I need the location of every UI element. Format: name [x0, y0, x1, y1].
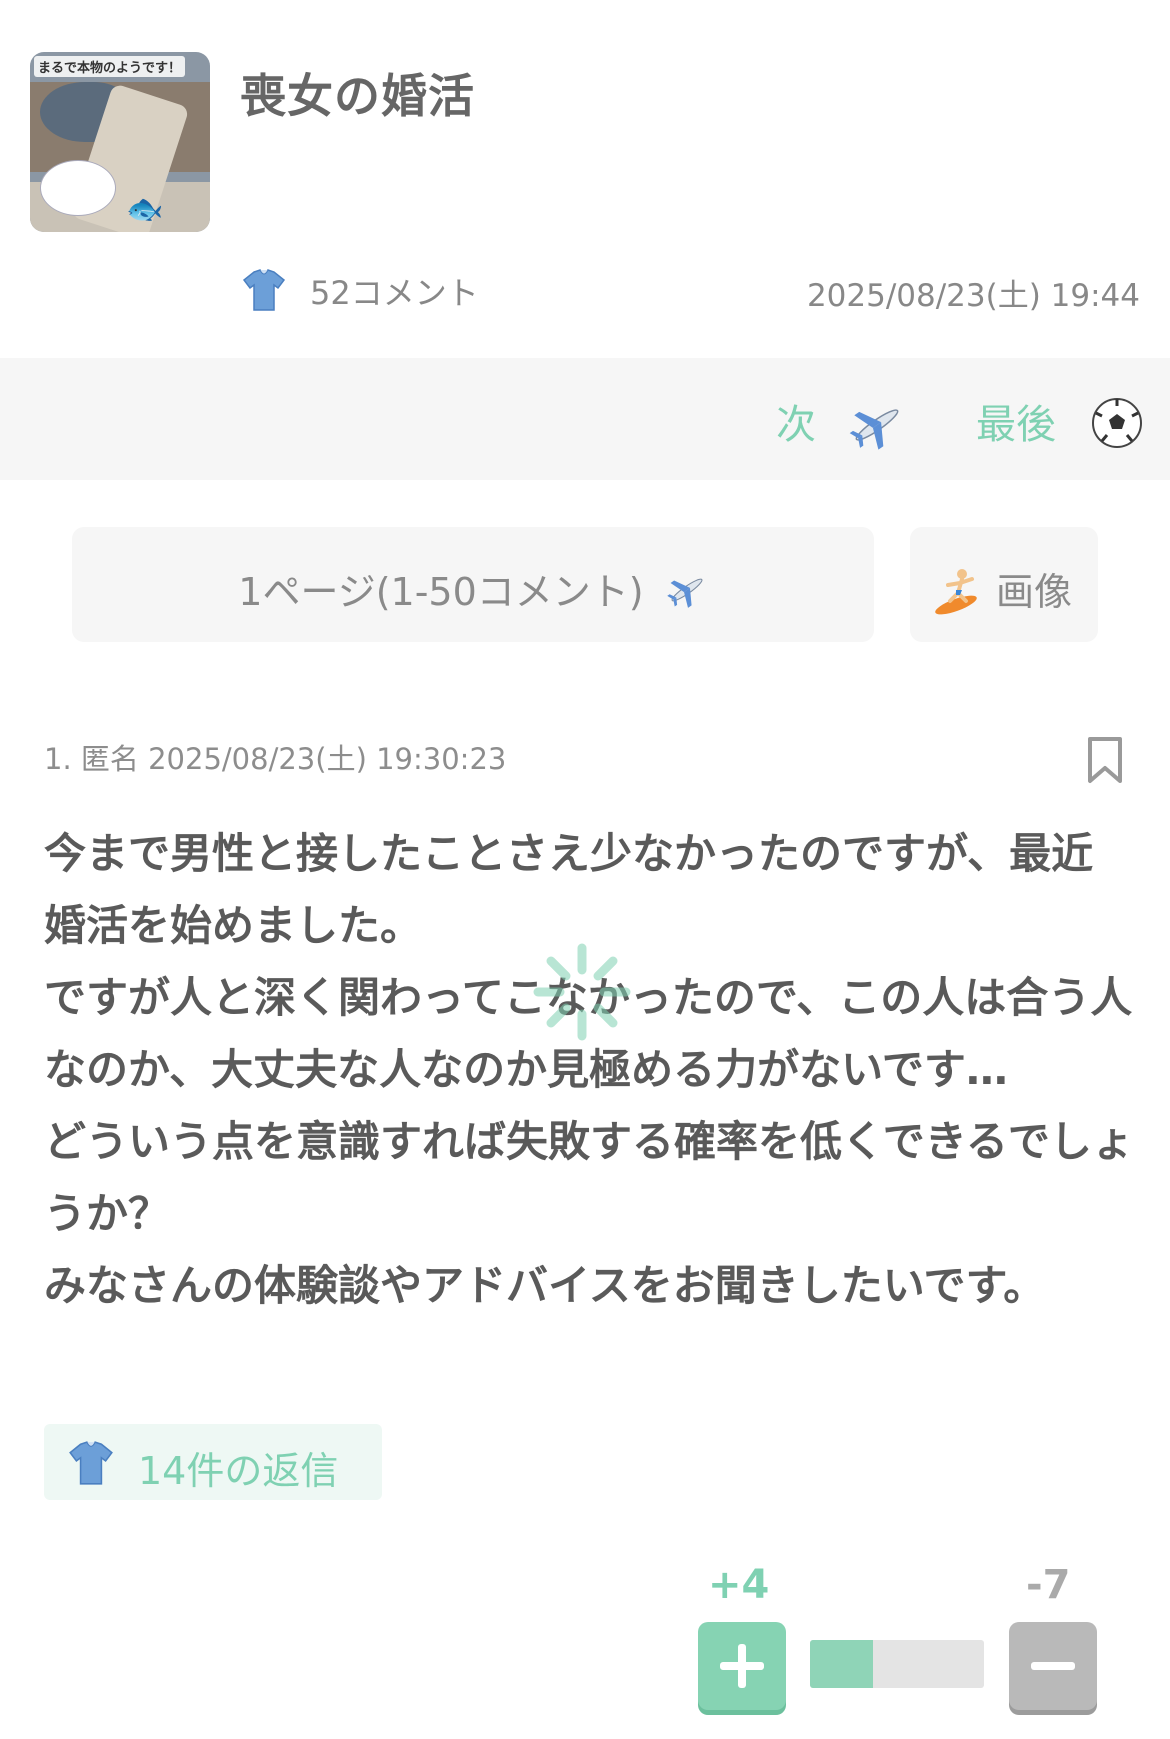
topic-date: 2025/08/23(土) 19:44 [806, 278, 1140, 314]
comment-line: みなさんの体験談やアドバイスをお聞きしたいです。 [44, 1261, 1046, 1310]
comment-line: どういう点を意識すれば失敗する確率を低くできるでしょうか？ [44, 1117, 1134, 1238]
page-title: 喪女の婚活 [240, 69, 475, 123]
soccer-ball-icon[interactable] [1090, 396, 1144, 450]
comment-body: 今まで男性と接したことさえ少なかったのですが、最近婚活を始めました。 ですが人と… [44, 818, 1134, 1322]
images-button-label: 画像 [996, 570, 1073, 614]
plus-icon-vertical [738, 1644, 746, 1688]
replies-button[interactable]: 14件の返信 [44, 1424, 382, 1500]
page-selector-text: 1ページ(1-50コメント) [238, 570, 644, 614]
shirt-icon [69, 1441, 113, 1485]
plane-icon [666, 578, 703, 608]
minus-vote-button[interactable] [1009, 1622, 1097, 1710]
bookmark-icon[interactable] [1086, 736, 1124, 784]
page-selector-label: 1ページ(1-50コメント) [72, 561, 874, 616]
comment-count[interactable]: 52コメント [310, 268, 479, 314]
nav-band: 次 最後 [0, 358, 1170, 480]
comment-meta: 1. 匿名 2025/08/23(土) 19:30:23 [44, 742, 507, 776]
minus-vote-count: -7 [1026, 1562, 1071, 1608]
thumbnail-speech-bubble [40, 160, 116, 216]
next-link[interactable]: 次 [776, 392, 816, 450]
topic-meta-row: 52コメント 2025/08/23(土) 19:44 [240, 262, 1140, 314]
shirt-icon [242, 269, 286, 311]
loading-spinner-icon [533, 943, 631, 1041]
plus-vote-count: +4 [708, 1562, 770, 1608]
thumbnail-fish-icon: 🐟 [126, 192, 164, 227]
vote-ratio-bar [810, 1640, 984, 1688]
page-selector[interactable]: 1ページ(1-50コメント) [72, 527, 874, 642]
replies-label: 14件の返信 [138, 1449, 339, 1493]
thumbnail-caption: まるで本物のようです！ [34, 56, 186, 77]
vote-ratio-fill [810, 1640, 873, 1688]
plus-vote-button[interactable] [698, 1622, 786, 1710]
last-link[interactable]: 最後 [976, 392, 1056, 450]
topic-thumbnail[interactable]: 🐟 まるで本物のようです！ [30, 52, 210, 232]
images-button[interactable]: 画像 [910, 527, 1098, 642]
plane-icon[interactable] [848, 396, 906, 454]
surfer-icon [935, 569, 977, 615]
minus-icon [1031, 1662, 1075, 1670]
